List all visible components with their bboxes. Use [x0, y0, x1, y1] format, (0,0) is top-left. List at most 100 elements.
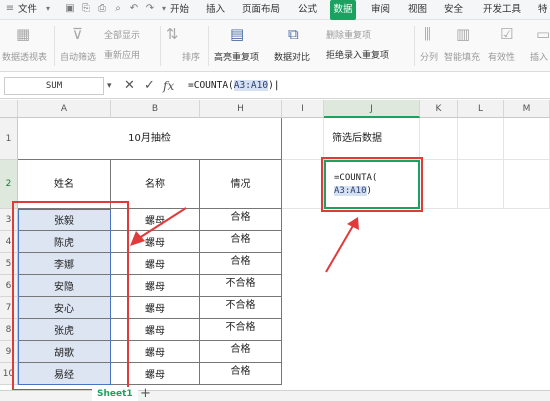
column-header-k[interactable]: K [420, 100, 458, 118]
table-title-cell[interactable]: 10月抽检 [18, 118, 282, 160]
tab-formulas[interactable]: 公式 [298, 0, 317, 20]
cell-i1[interactable] [282, 118, 324, 160]
print-preview-icon[interactable]: ⌕ [112, 3, 124, 15]
product-cell[interactable]: 螺母 [111, 253, 200, 275]
column-header-h[interactable]: H [200, 100, 282, 118]
undo-icon[interactable]: ↶ [128, 3, 140, 15]
confirm-icon[interactable]: ✓ [144, 77, 155, 95]
chevron-down-icon[interactable]: ▾ [107, 77, 112, 95]
status-cell[interactable]: 合格 [200, 363, 282, 385]
row-header-7[interactable]: 7 [0, 297, 18, 319]
row-header-2[interactable]: 2 [0, 160, 18, 209]
cell-i2[interactable] [282, 160, 324, 209]
function-icon[interactable]: fx [163, 77, 174, 95]
split-columns-button[interactable]: 分列 [420, 50, 438, 63]
product-cell[interactable]: 螺母 [111, 209, 200, 231]
column-header-l[interactable]: L [458, 100, 504, 118]
auto-filter-button[interactable]: 自动筛选 [60, 50, 96, 63]
status-cell[interactable]: 合格 [200, 209, 282, 231]
tab-view[interactable]: 视图 [408, 0, 427, 20]
redo-icon[interactable]: ↷ [144, 3, 156, 15]
menu-icon[interactable]: ≡ [4, 3, 16, 15]
status-cell[interactable]: 合格 [200, 231, 282, 253]
row-header-9[interactable]: 9 [0, 341, 18, 363]
export-icon[interactable]: ⎘ [80, 3, 92, 15]
chevron-down-icon[interactable]: ▾ [158, 3, 170, 15]
column-header-a[interactable]: A [18, 100, 111, 118]
column-header-b[interactable]: B [111, 100, 200, 118]
product-cell[interactable]: 螺母 [111, 297, 200, 319]
chevron-down-icon[interactable]: ▾ [42, 3, 54, 15]
formula-edit-cell[interactable]: =COUNTA( A3:A10) [324, 160, 420, 209]
insert-button[interactable]: 插入 [530, 50, 548, 63]
status-cell[interactable]: 合格 [200, 341, 282, 363]
highlight-duplicates-button[interactable]: 高亮重复项 [214, 50, 259, 63]
reject-duplicates-button[interactable]: 拒绝录入重复项 [326, 48, 389, 61]
row-header-4[interactable]: 4 [0, 231, 18, 253]
name-cell[interactable]: 胡歌 [18, 341, 111, 363]
product-cell[interactable]: 螺母 [111, 341, 200, 363]
product-cell[interactable]: 螺母 [111, 231, 200, 253]
product-cell[interactable]: 螺母 [111, 275, 200, 297]
sheet-tab-sheet1[interactable]: Sheet1 [92, 387, 138, 401]
name-cell[interactable]: 安隐 [18, 275, 111, 297]
name-cell[interactable]: 张虎 [18, 319, 111, 341]
row-header-1[interactable]: 1 [0, 118, 18, 160]
tab-page-layout[interactable]: 页面布局 [242, 0, 280, 20]
status-cell[interactable]: 不合格 [200, 297, 282, 319]
insert-icon: ▭ [536, 25, 550, 43]
reapply-button[interactable]: 重新应用 [104, 48, 140, 61]
name-cell[interactable]: 李娜 [18, 253, 111, 275]
validity-button[interactable]: 有效性 [488, 50, 515, 63]
cell-k1[interactable] [420, 118, 458, 160]
tab-home[interactable]: 开始 [170, 0, 189, 20]
header-status-cell[interactable]: 情况 [200, 160, 282, 209]
column-header-j[interactable]: J [324, 100, 420, 118]
row-header-10[interactable]: 10 [0, 363, 18, 385]
product-cell[interactable]: 螺母 [111, 319, 200, 341]
cell-m1[interactable] [504, 118, 550, 160]
tab-security[interactable]: 安全 [444, 0, 463, 20]
formula-input[interactable]: =COUNTA(A3:A10)| [188, 77, 280, 95]
cancel-icon[interactable]: ✕ [124, 77, 135, 95]
filtered-data-label-cell[interactable]: 筛选后数据 [324, 118, 420, 160]
print-icon[interactable]: ⎙ [96, 3, 108, 15]
save-icon[interactable]: ▣ [64, 3, 76, 15]
tab-review[interactable]: 审阅 [371, 0, 390, 20]
product-cell[interactable]: 螺母 [111, 363, 200, 385]
name-cell[interactable]: 陈虎 [18, 231, 111, 253]
cell-l2[interactable] [458, 160, 504, 209]
status-cell[interactable]: 合格 [200, 253, 282, 275]
sort-button[interactable]: 排序 [182, 50, 200, 63]
name-box[interactable]: SUM [4, 77, 104, 95]
column-header-i[interactable]: I [282, 100, 324, 118]
name-cell[interactable]: 易经 [18, 363, 111, 385]
add-sheet-button[interactable]: + [140, 386, 151, 401]
tab-insert[interactable]: 插入 [206, 0, 225, 20]
name-cell[interactable]: 安心 [18, 297, 111, 319]
tab-developer[interactable]: 开发工具 [483, 0, 521, 20]
smart-fill-button[interactable]: 智能填充 [444, 50, 480, 63]
pivot-table-button[interactable]: 数据透视表 [2, 50, 47, 63]
select-all-corner[interactable] [0, 100, 18, 118]
row-header-6[interactable]: 6 [0, 275, 18, 297]
status-cell[interactable]: 不合格 [200, 319, 282, 341]
column-header-m[interactable]: M [504, 100, 550, 118]
status-cell[interactable]: 不合格 [200, 275, 282, 297]
row-header-8[interactable]: 8 [0, 319, 18, 341]
tab-more[interactable]: 特 [538, 0, 548, 20]
name-cell[interactable]: 张毅 [18, 209, 111, 231]
show-all-button[interactable]: 全部显示 [104, 28, 140, 41]
row-header-3[interactable]: 3 [0, 209, 18, 231]
cell-k2[interactable] [420, 160, 458, 209]
tab-data[interactable]: 数据 [330, 0, 356, 20]
delete-duplicates-button[interactable]: 删除重复项 [326, 28, 371, 41]
header-name-cell[interactable]: 姓名 [18, 160, 111, 209]
cell-m2[interactable] [504, 160, 550, 209]
cell-l1[interactable] [458, 118, 504, 160]
row-header-5[interactable]: 5 [0, 253, 18, 275]
file-menu[interactable]: 文件 [18, 0, 37, 20]
header-product-cell[interactable]: 名称 [111, 160, 200, 209]
data-compare-button[interactable]: 数据对比 [274, 50, 310, 63]
spreadsheet-grid[interactable]: A B H I J K L M 1 2 3 4 5 6 7 8 9 10 10月… [0, 100, 550, 391]
